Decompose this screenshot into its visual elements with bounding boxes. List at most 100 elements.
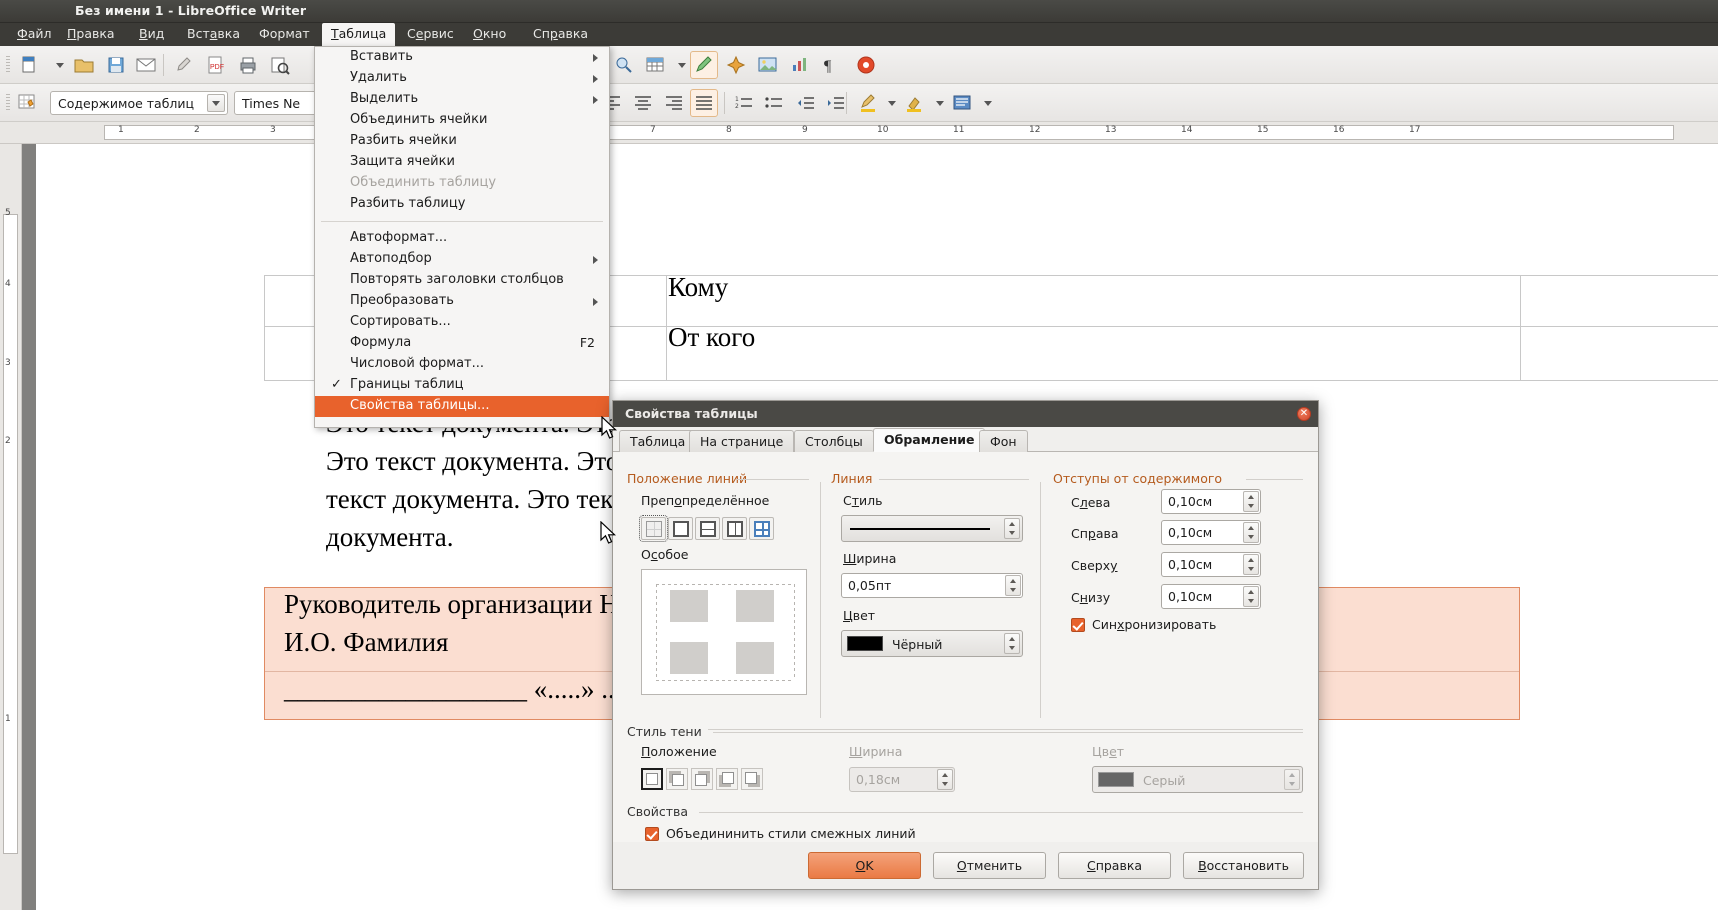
- find-replace-icon[interactable]: [610, 51, 638, 79]
- tab-text-flow[interactable]: На странице: [689, 430, 795, 452]
- menu-item-repeat-heading-rows[interactable]: Повторять заголовки столбцов: [315, 270, 609, 291]
- table-cell-komu[interactable]: Кому: [668, 272, 728, 303]
- shadow-position-top-left[interactable]: [666, 768, 688, 790]
- close-icon[interactable]: ✕: [1297, 407, 1311, 421]
- tab-columns[interactable]: Столбцы: [794, 430, 874, 452]
- paragraph-style-icon[interactable]: [14, 89, 42, 117]
- menu-item-insert[interactable]: Вставить: [315, 47, 609, 68]
- paragraph-background-dropdown-icon[interactable]: [974, 89, 1002, 117]
- table-menu-dropdown[interactable]: Вставить Удалить Выделить Объединить яче…: [314, 46, 610, 428]
- spacing-right-spinner[interactable]: 0,10см: [1161, 520, 1261, 545]
- checkbox-icon[interactable]: [1071, 618, 1085, 632]
- align-right-icon[interactable]: [660, 89, 688, 117]
- menu-view[interactable]: Вид: [130, 23, 173, 46]
- preset-no-borders[interactable]: [639, 515, 668, 542]
- save-document-icon[interactable]: [102, 51, 130, 79]
- menu-insert[interactable]: Вставка: [178, 23, 249, 46]
- tab-background[interactable]: Фон: [979, 430, 1028, 452]
- paragraph-style-combo[interactable]: Содержимое таблиц: [50, 91, 228, 115]
- unordered-list-icon[interactable]: [760, 89, 788, 117]
- chevron-down-icon[interactable]: [207, 94, 225, 112]
- spinner-icon[interactable]: [1243, 522, 1259, 543]
- line-style-dropdown[interactable]: [841, 515, 1023, 542]
- menu-item-convert[interactable]: Преобразовать: [315, 291, 609, 312]
- print-preview-icon[interactable]: [266, 51, 294, 79]
- menu-tools[interactable]: Сервис: [398, 23, 463, 46]
- menu-format[interactable]: Формат: [250, 23, 319, 46]
- vertical-ruler[interactable]: 5 4 3 2 1: [0, 144, 22, 910]
- menu-item-split-cells[interactable]: Разбить ячейки: [315, 131, 609, 152]
- menu-item-sort[interactable]: Сортировать...: [315, 312, 609, 333]
- menu-item-number-format[interactable]: Числовой формат...: [315, 354, 609, 375]
- spinner-icon[interactable]: [1243, 586, 1259, 607]
- menu-table[interactable]: Таблица: [322, 23, 396, 46]
- email-document-icon[interactable]: [132, 51, 160, 79]
- spinner-icon[interactable]: [1004, 633, 1020, 654]
- show-draw-functions-icon[interactable]: [690, 51, 718, 79]
- menu-item-delete[interactable]: Удалить: [315, 68, 609, 89]
- paragraph-background-icon[interactable]: [948, 89, 976, 117]
- decrease-indent-icon[interactable]: [792, 89, 820, 117]
- background-color-icon[interactable]: [900, 89, 928, 117]
- menu-window[interactable]: Окно: [464, 23, 515, 46]
- ok-button[interactable]: OK: [808, 852, 921, 879]
- menu-item-table-boundaries[interactable]: ✓ Границы таблиц: [315, 375, 609, 396]
- tab-table[interactable]: Таблица: [619, 430, 697, 452]
- line-color-dropdown[interactable]: Чёрный: [841, 630, 1023, 657]
- menu-edit[interactable]: Правка: [58, 23, 124, 46]
- merge-adjacent-checkbox-row[interactable]: Объедининить стили смежных линий: [645, 826, 916, 841]
- shadow-position-bottom-left[interactable]: [716, 768, 738, 790]
- spinner-icon[interactable]: [1243, 554, 1259, 575]
- spacing-left-spinner[interactable]: 0,10см: [1161, 489, 1261, 514]
- help-button[interactable]: Справка: [1058, 852, 1171, 879]
- checkbox-icon[interactable]: [645, 827, 659, 841]
- preset-box-outer[interactable]: [668, 517, 693, 540]
- reset-button[interactable]: Восстановить: [1183, 852, 1304, 879]
- spinner-icon[interactable]: [1243, 491, 1259, 512]
- insert-table-icon[interactable]: [642, 51, 670, 79]
- spinner-icon[interactable]: [1005, 575, 1021, 596]
- insert-image-icon[interactable]: [754, 51, 782, 79]
- menu-help[interactable]: Справка: [524, 23, 597, 46]
- ordered-list-icon[interactable]: 12: [730, 89, 758, 117]
- gallery-icon[interactable]: [722, 51, 750, 79]
- export-pdf-icon[interactable]: PDF: [202, 51, 230, 79]
- shadow-position-bottom-right[interactable]: [741, 768, 763, 790]
- shadow-color-dropdown[interactable]: Серый: [1092, 766, 1303, 793]
- menu-item-autoformat[interactable]: Автоформат...: [315, 228, 609, 249]
- preset-box-all[interactable]: [749, 517, 774, 540]
- menu-item-autofit[interactable]: Автоподбор: [315, 249, 609, 270]
- insert-chart-icon[interactable]: [786, 51, 814, 79]
- menu-item-formula[interactable]: Формула F2: [315, 333, 609, 354]
- user-defined-border-preview[interactable]: [641, 569, 807, 695]
- spacing-top-spinner[interactable]: 0,10см: [1161, 552, 1261, 577]
- table-properties-dialog[interactable]: Свойства таблицы ✕ Таблица На странице С…: [612, 400, 1319, 890]
- menu-item-select[interactable]: Выделить: [315, 89, 609, 110]
- print-icon[interactable]: [234, 51, 262, 79]
- formatting-toolbar-grip[interactable]: [6, 94, 10, 112]
- spinner-icon[interactable]: [1004, 518, 1020, 539]
- help-icon[interactable]: [852, 51, 880, 79]
- menu-item-split-table[interactable]: Разбить таблицу: [315, 194, 609, 215]
- signature-line-2[interactable]: И.О. Фамилия: [284, 627, 448, 658]
- align-justified-icon[interactable]: [690, 89, 718, 117]
- spacing-bottom-spinner[interactable]: 0,10см: [1161, 584, 1261, 609]
- horizontal-ruler[interactable]: 1 2 3 4 5 6 7 8 9 10 11 12 13 14 15 16 1…: [0, 122, 1718, 144]
- menu-item-merge-cells[interactable]: Объединить ячейки: [315, 110, 609, 131]
- new-document-icon[interactable]: [16, 51, 44, 79]
- align-center-icon[interactable]: [629, 89, 657, 117]
- toolbar-grip[interactable]: [6, 56, 10, 74]
- menu-item-table-properties[interactable]: Свойства таблицы...: [315, 396, 609, 417]
- menu-item-protect-cells[interactable]: Защита ячейки: [315, 152, 609, 173]
- table-cell-otkogo[interactable]: От кого: [668, 322, 755, 353]
- spinner-icon[interactable]: [937, 769, 953, 790]
- shadow-position-none[interactable]: [641, 768, 663, 790]
- cancel-button[interactable]: Отменить: [933, 852, 1046, 879]
- edit-mode-icon[interactable]: [170, 51, 198, 79]
- spinner-icon[interactable]: [1284, 769, 1300, 790]
- open-document-icon[interactable]: [70, 51, 98, 79]
- menu-file[interactable]: Файл: [8, 23, 61, 46]
- tab-borders[interactable]: Обрамление: [873, 428, 986, 452]
- preset-box-horizontal[interactable]: [695, 517, 720, 540]
- line-width-spinner[interactable]: 0,05пт: [841, 573, 1023, 598]
